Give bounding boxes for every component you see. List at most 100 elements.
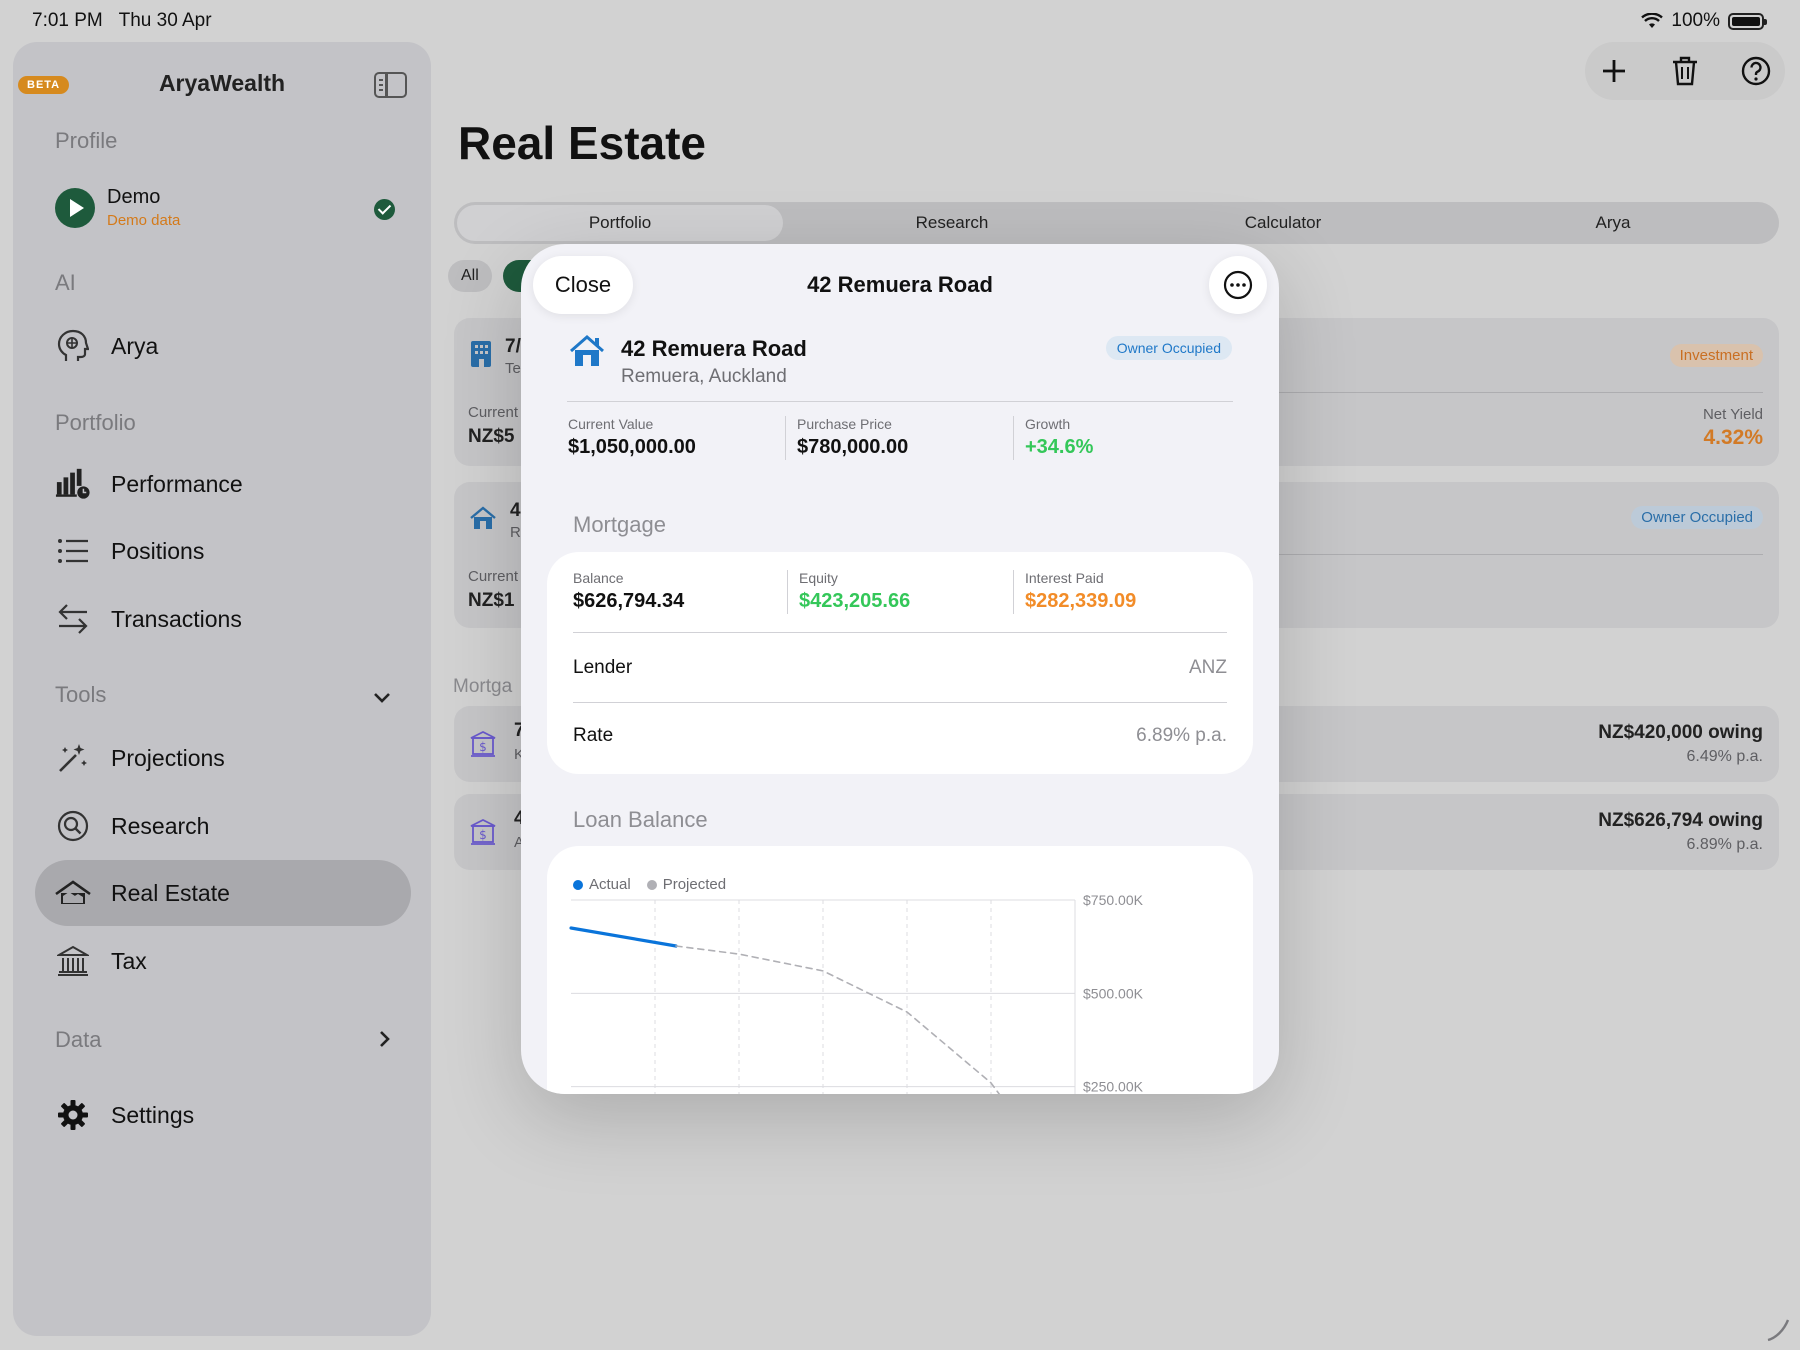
interest-paid-stat: Interest Paid $282,339.09 (1025, 570, 1136, 613)
arrows-swap-icon (55, 601, 91, 637)
section-profile: Profile (55, 128, 118, 153)
property-title: 7/ (505, 336, 521, 357)
stat-value: $282,339.09 (1025, 590, 1137, 612)
balance-stat: Balance $626,794.34 (573, 570, 684, 613)
chevron-down-icon[interactable] (373, 684, 391, 710)
status-right: 100% (1641, 10, 1767, 32)
current-value-label: Current (468, 568, 519, 585)
card-divider (1274, 554, 1763, 555)
status-bar: 7:01 PM Thu 30 Apr 100% (0, 0, 1800, 42)
property-detail-sheet: Close 42 Remuera Road 42 Remuera Road Re… (521, 244, 1279, 1094)
sidebar-item-performance[interactable]: Performance (35, 451, 411, 517)
tab-calculator[interactable]: Calculator (1120, 205, 1446, 241)
sidebar-item-label: Real Estate (111, 879, 230, 906)
svg-text:$: $ (479, 828, 487, 842)
sidebar-item-real-estate[interactable]: Real Estate (35, 860, 411, 926)
sidebar-item-projections[interactable]: Projections (35, 725, 411, 791)
property-subtitle: Te (505, 360, 521, 377)
mortgage-rate: 6.89% p.a. (1686, 836, 1764, 853)
stat-value: $626,794.34 (573, 590, 685, 612)
stat-divider (787, 570, 788, 614)
row-label: Lender (573, 657, 633, 678)
more-button[interactable] (1209, 256, 1267, 314)
property-title: 4 (510, 500, 521, 521)
trash-icon (1673, 56, 1697, 86)
profile-row[interactable]: Demo Demo data (55, 184, 395, 234)
series-line-actual (569, 926, 678, 948)
mortgage-section-header: Mortgage (573, 512, 666, 537)
loan-balance-chart-card: Actual Projected $750.00K $500.00K $250.00… (547, 846, 1253, 1094)
mortgage-owing: NZ$626,794 owing (1598, 810, 1763, 831)
filter-all-chip[interactable]: All (448, 260, 492, 292)
y-tick-label: $750.00K (1083, 892, 1144, 908)
sidebar-item-label: Arya (111, 332, 159, 359)
mortgage-card: Balance $626,794.34 Equity $423,205.66 I… (547, 552, 1253, 774)
house-icon (470, 506, 496, 529)
question-circle-icon (1741, 56, 1771, 86)
stat-value: $780,000.00 (797, 436, 909, 458)
tab-portfolio[interactable]: Portfolio (457, 205, 783, 241)
gear-icon (55, 1097, 91, 1133)
sidebar-item-label: Performance (111, 470, 243, 497)
house-icon (570, 335, 604, 366)
stat-value: $423,205.66 (799, 590, 911, 612)
section-ai: AI (55, 270, 76, 295)
stat-label: Balance (573, 570, 624, 586)
stat-label: Equity (799, 570, 838, 586)
section-tools: Tools (55, 682, 107, 707)
current-value-label: Current (468, 404, 519, 421)
sidebar-item-arya[interactable]: Arya (35, 313, 411, 379)
loan-balance-header: Loan Balance (573, 807, 708, 832)
current-value-stat: Current Value $1,050,000.00 (568, 416, 696, 459)
profile-name: Demo (107, 186, 161, 208)
bank-dollar-icon: $ (470, 818, 496, 845)
divider (573, 632, 1227, 633)
tab-arya[interactable]: Arya (1450, 205, 1776, 241)
owner-occupied-badge: Owner Occupied (1105, 336, 1232, 360)
sidebar-item-settings[interactable]: Settings (35, 1082, 411, 1148)
tab-research[interactable]: Research (789, 205, 1115, 241)
sidebar-toggle-icon[interactable] (374, 72, 407, 98)
loan-balance-chart: $750.00K $500.00K $250.00K (569, 892, 1144, 1094)
lender-row: Lender ANZ (573, 634, 1227, 702)
row-value: ANZ (1189, 657, 1227, 678)
mortgages-header: Mortga (453, 676, 513, 697)
sidebar-item-transactions[interactable]: Transactions (35, 586, 411, 652)
checkmark-icon (374, 199, 395, 220)
sidebar-item-label: Tax (111, 947, 147, 974)
app-title: AryaWealth (158, 70, 286, 96)
property-address: Remuera, Auckland (621, 366, 787, 387)
current-value: NZ$5 (468, 426, 515, 447)
y-tick-label: $250.00K (1083, 1079, 1144, 1094)
add-button[interactable] (1585, 42, 1643, 100)
houses-icon (55, 875, 91, 911)
battery-icon (1728, 12, 1767, 30)
owner-occupied-badge: Owner Occupied (1631, 506, 1763, 529)
series-line-projected (675, 945, 1001, 1094)
plus-icon (1603, 60, 1625, 82)
help-button[interactable] (1727, 42, 1785, 100)
row-value: 6.89% p.a. (1136, 725, 1227, 746)
delete-button[interactable] (1656, 42, 1714, 100)
chevron-right-icon[interactable] (379, 1028, 391, 1054)
stat-label: Interest Paid (1025, 570, 1104, 586)
row-label: Rate (573, 725, 614, 746)
list-icon (55, 533, 91, 569)
property-name: 42 Remuera Road (621, 336, 807, 361)
sidebar-item-label: Projections (111, 744, 225, 771)
status-time: 7:01 PM Thu 30 Apr (32, 10, 212, 31)
sidebar-item-label: Positions (111, 537, 205, 564)
svg-text:$: $ (479, 740, 487, 754)
brain-head-icon (55, 328, 91, 364)
rate-row: Rate 6.89% p.a. (573, 702, 1227, 770)
page-title: Real Estate (458, 117, 707, 169)
sidebar-item-positions[interactable]: Positions (35, 518, 411, 584)
sidebar-item-research[interactable]: Research (35, 793, 411, 859)
mortgage-rate: 6.49% p.a. (1686, 748, 1764, 765)
stat-value: $1,050,000.00 (568, 436, 696, 458)
sheet-title: 42 Remuera Road (807, 272, 993, 297)
net-yield-value: 4.32% (1703, 426, 1763, 449)
sidebar-item-tax[interactable]: Tax (35, 928, 411, 994)
status-date: Thu 30 Apr (118, 10, 212, 31)
stat-divider (1013, 570, 1014, 614)
